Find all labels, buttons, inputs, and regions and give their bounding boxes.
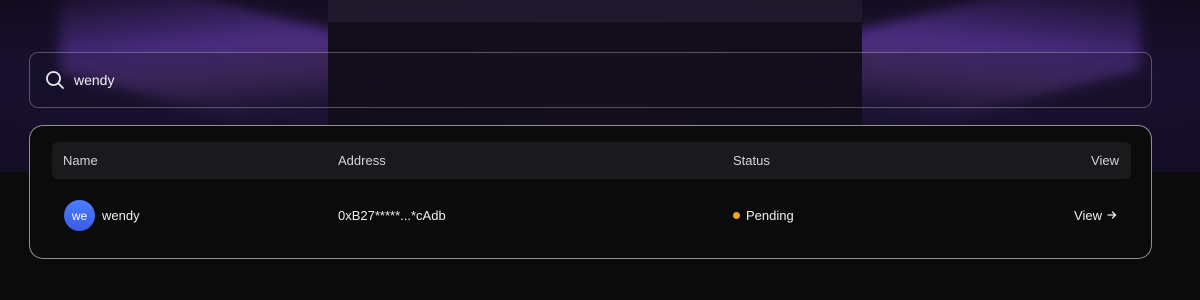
column-header-address: Address: [338, 153, 386, 168]
table-header: Name Address Status View: [52, 142, 1131, 179]
row-address: 0xB27*****...*cAdb: [338, 208, 446, 223]
view-label: View: [1074, 208, 1102, 223]
table-row: we wendy 0xB27*****...*cAdb Pending View: [52, 196, 1131, 236]
status-dot-icon: [733, 212, 740, 220]
column-header-status: Status: [733, 153, 770, 168]
column-header-name: Name: [63, 153, 98, 168]
search-icon: [44, 69, 66, 91]
status-badge: Pending: [733, 208, 794, 223]
avatar: we: [64, 200, 95, 231]
row-name: wendy: [102, 208, 140, 223]
column-header-view: View: [1091, 153, 1119, 168]
search-bar[interactable]: [29, 52, 1152, 108]
status-label: Pending: [746, 208, 794, 223]
search-input[interactable]: [74, 72, 974, 88]
view-button[interactable]: View: [1074, 208, 1117, 223]
results-table: Name Address Status View we wendy 0xB27*…: [29, 125, 1152, 259]
arrow-right-icon: [1107, 209, 1117, 223]
